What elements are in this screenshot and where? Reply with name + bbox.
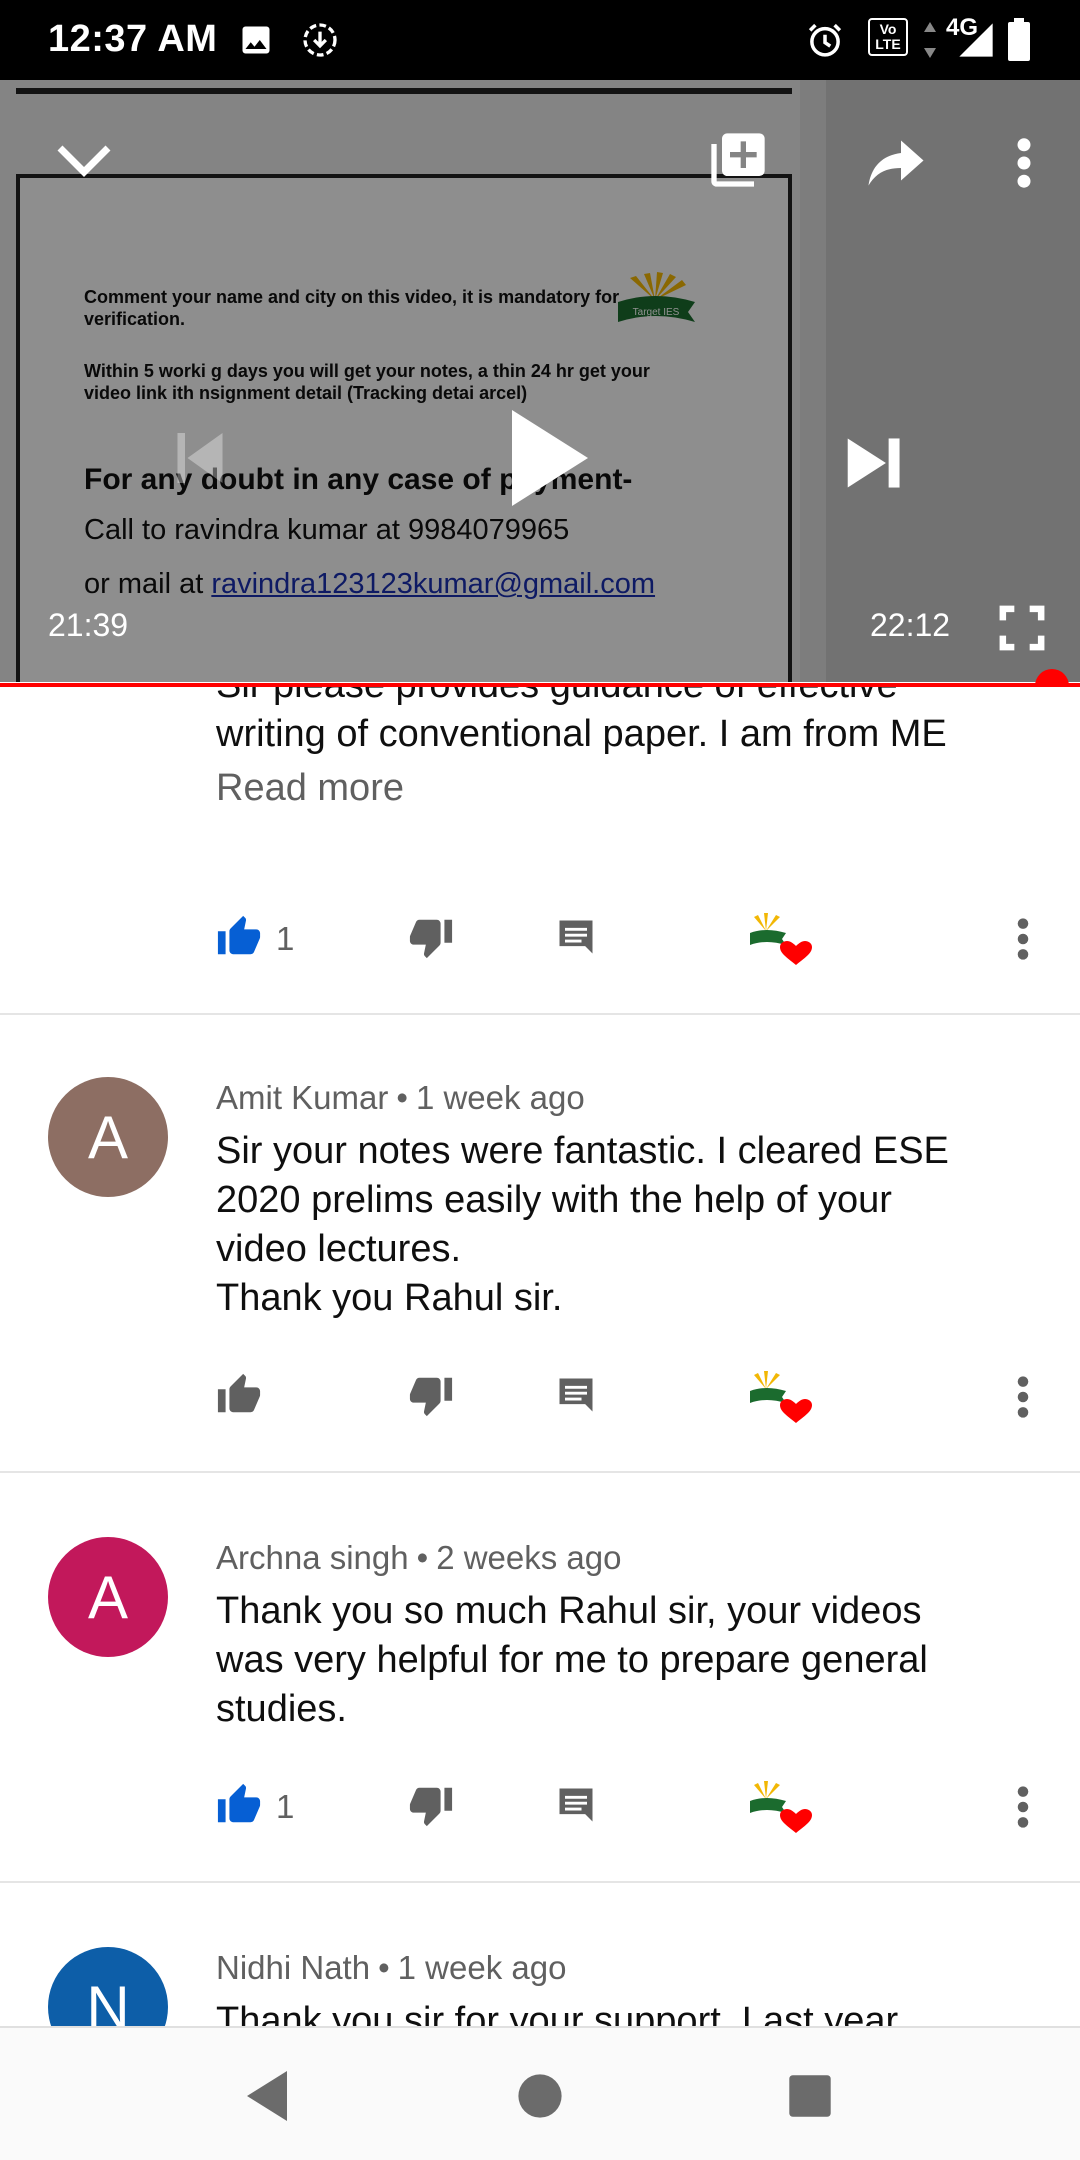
duration-time: 22:12 xyxy=(870,607,951,643)
skip-previous-icon xyxy=(170,418,230,498)
thumb-up-icon xyxy=(216,1782,262,1833)
comment-menu-icon[interactable] xyxy=(1016,1367,1030,1427)
creator-heart-icon xyxy=(746,1367,812,1427)
video-player[interactable]: Target IES Comment your name and city on… xyxy=(0,80,1080,682)
playlist-add-icon[interactable] xyxy=(700,122,776,198)
comment-3: Archna singh • 2 weeks ago Thank you so mu… xyxy=(216,1539,1036,1734)
comment-line: video lectures. xyxy=(216,1228,462,1270)
thumb-down-icon xyxy=(408,914,454,965)
comment-line: 2020 prelims easily with the help of you… xyxy=(216,1179,892,1221)
comment-line: studies. xyxy=(216,1688,347,1730)
like-count: 1 xyxy=(276,920,295,957)
comment-text: writing of conventional paper. I am from… xyxy=(216,713,947,755)
comment-line: was very helpful for me to prepare gener… xyxy=(216,1639,928,1681)
dislike-button[interactable] xyxy=(408,1777,454,1837)
play-icon[interactable] xyxy=(498,398,598,518)
creator-heart-icon xyxy=(746,909,812,969)
comment-meta: Amit Kumar • 1 week ago xyxy=(216,1079,585,1116)
comments-list[interactable]: Sir please provides guidance of effectiv… xyxy=(0,687,1080,2027)
thumb-up-icon xyxy=(216,1372,262,1423)
system-navigation-bar xyxy=(0,2026,1080,2160)
recents-icon[interactable] xyxy=(775,2061,845,2131)
comment-2-actions xyxy=(216,1367,1056,1427)
creator-heart-icon xyxy=(746,1777,812,1837)
comment-meta: Archna singh • 2 weeks ago xyxy=(216,1539,622,1576)
comment-menu-icon[interactable] xyxy=(1016,1777,1030,1837)
comment-author[interactable]: Amit Kumar xyxy=(216,1079,388,1116)
comment-age: 2 weeks ago xyxy=(436,1539,622,1576)
comment-author[interactable]: Nidhi Nath xyxy=(216,1949,370,1986)
comment-author[interactable]: Archna singh xyxy=(216,1539,409,1576)
data-arrows-icon xyxy=(922,18,938,62)
status-time: 12:37 AM xyxy=(48,18,218,60)
like-button[interactable]: 1 xyxy=(216,909,294,969)
more-vertical-icon[interactable] xyxy=(1004,130,1044,196)
elapsed-time: 21:39 xyxy=(48,607,129,643)
comment-1: Sir please provides guidance of effectiv… xyxy=(216,687,1036,810)
gallery-icon xyxy=(238,18,274,62)
fullscreen-icon[interactable] xyxy=(994,600,1050,656)
comment-divider xyxy=(0,1013,1080,1015)
download-status-icon xyxy=(300,18,340,62)
back-icon[interactable] xyxy=(232,2061,302,2131)
comment-age: 1 week ago xyxy=(415,1079,585,1116)
comment-3-actions: 1 xyxy=(216,1777,1056,1837)
comment-2: Amit Kumar • 1 week ago Sir your notes wer… xyxy=(216,1079,1036,1323)
comment-text: Thank you so much Rahul sir, your videos… xyxy=(216,1587,1036,1734)
reply-button[interactable] xyxy=(554,1367,598,1427)
status-bar: 12:37 AM Vo LTE 4G xyxy=(0,0,1080,80)
chevron-down-icon[interactable] xyxy=(48,132,120,188)
avatar[interactable]: N xyxy=(48,1947,168,2027)
comment-text-partial: Sir please provides guidance of effectiv… xyxy=(216,687,1036,710)
like-button[interactable]: 1 xyxy=(216,1777,294,1837)
home-icon[interactable] xyxy=(505,2061,575,2131)
volte-icon: Vo LTE xyxy=(868,18,908,62)
reply-icon xyxy=(554,1783,598,1832)
comment-divider xyxy=(0,1471,1080,1473)
comment-menu-icon[interactable] xyxy=(1016,909,1030,969)
volte-label: Vo LTE xyxy=(868,18,908,56)
avatar[interactable]: A xyxy=(48,1077,168,1197)
comment-1-actions: 1 xyxy=(216,909,1056,969)
like-button[interactable] xyxy=(216,1367,262,1427)
comment-line: Thank you so much Rahul sir, your videos xyxy=(216,1590,922,1632)
dislike-button[interactable] xyxy=(408,909,454,969)
comment-divider xyxy=(0,1881,1080,1883)
dislike-button[interactable] xyxy=(408,1367,454,1427)
battery-icon xyxy=(1006,18,1032,62)
reply-icon xyxy=(554,1373,598,1422)
share-icon[interactable] xyxy=(858,128,934,198)
reply-button[interactable] xyxy=(554,909,598,969)
comment-line: Thank you Rahul sir. xyxy=(216,1277,563,1319)
thumb-down-icon xyxy=(408,1372,454,1423)
comment-text: Sir your notes were fantastic. I cleared… xyxy=(216,1127,1036,1323)
avatar[interactable]: A xyxy=(48,1537,168,1657)
comment-line: Sir your notes were fantastic. I cleared… xyxy=(216,1130,949,1172)
comment-text: Thank you sir for your support. Last yea… xyxy=(216,2000,899,2027)
alarm-icon xyxy=(804,18,846,62)
thumb-down-icon xyxy=(408,1782,454,1833)
read-more-link[interactable]: Read more xyxy=(216,767,1036,810)
reply-button[interactable] xyxy=(554,1777,598,1837)
skip-next-icon[interactable] xyxy=(842,428,908,498)
comment-4: Nidhi Nath • 1 week ago Thank you sir for … xyxy=(216,1949,1036,2027)
thumb-up-icon xyxy=(216,914,262,965)
comment-age: 1 week ago xyxy=(397,1949,567,1986)
like-count: 1 xyxy=(276,1788,295,1825)
reply-icon xyxy=(554,915,598,964)
comment-meta: Nidhi Nath • 1 week ago xyxy=(216,1949,567,1986)
signal-icon xyxy=(956,18,996,62)
